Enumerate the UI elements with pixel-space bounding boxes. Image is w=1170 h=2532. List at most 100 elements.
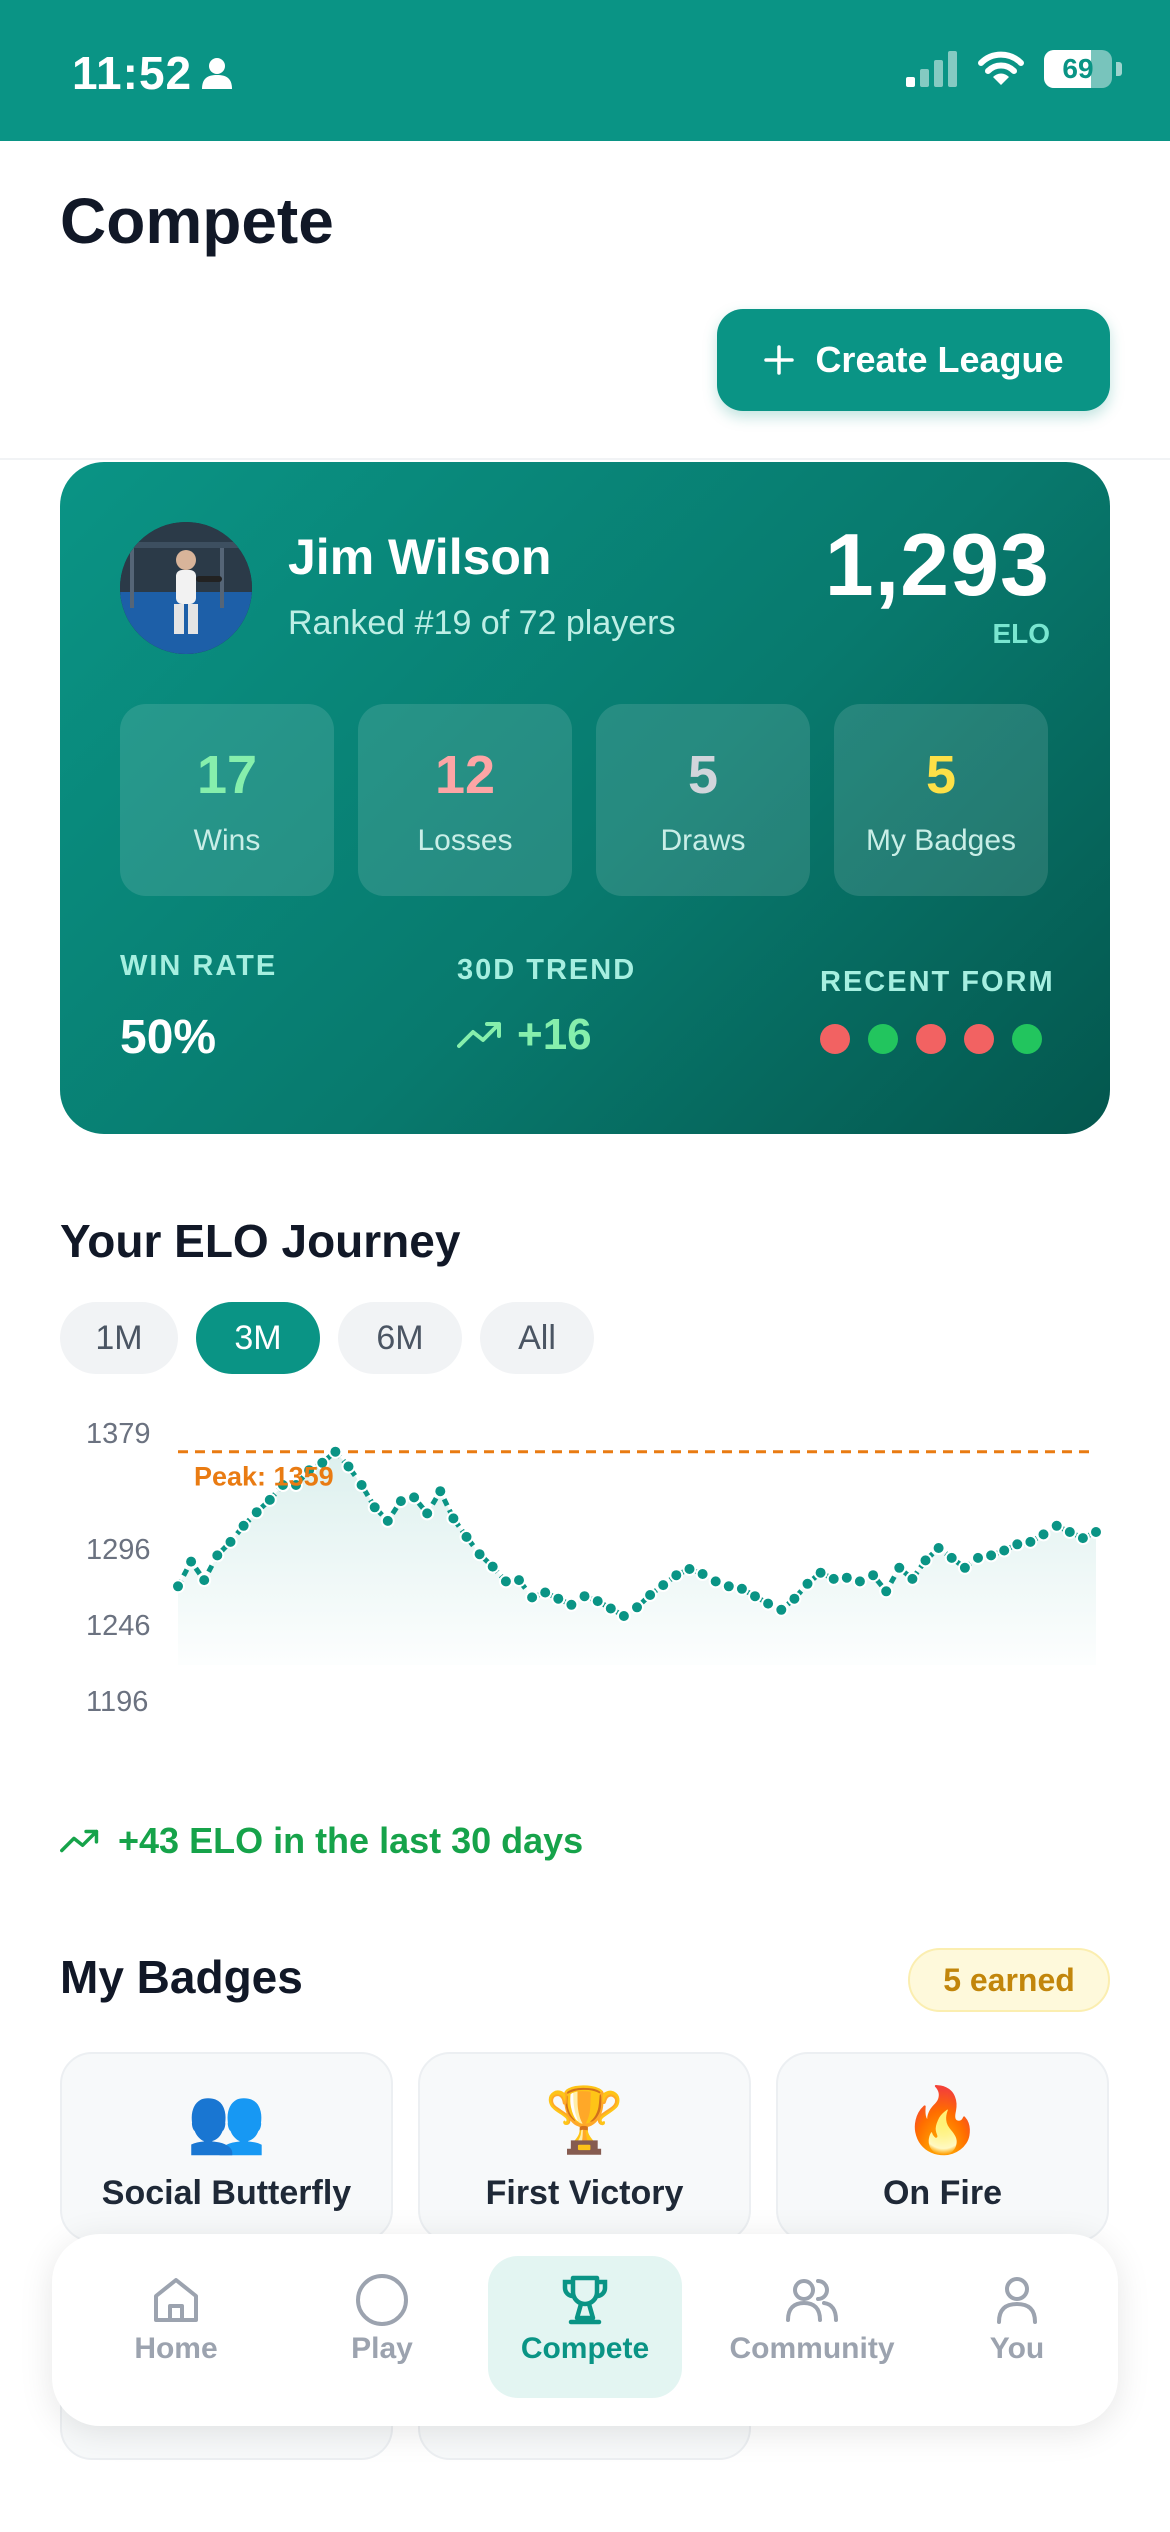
elo-point [905,1571,920,1586]
elo-chart: 1379 1296 1246 1196 Peak: 1359 [60,1400,1120,1730]
elo-point [669,1568,684,1583]
elo-point [813,1565,828,1580]
range-1m-button[interactable]: 1M [60,1302,178,1374]
battery-text: 69 [1062,53,1094,84]
nav-item-you[interactable]: You [942,2256,1092,2398]
elo-point [564,1597,579,1612]
battery-indicator: 69 [1044,50,1112,88]
stat-draws: 5 Draws [596,704,810,896]
elo-point [446,1511,461,1526]
nav-item-play[interactable]: Play [302,2256,462,2398]
elo-point [787,1591,802,1606]
elo-point [1036,1527,1051,1542]
nav-item-compete[interactable]: Compete [488,2256,682,2398]
form-dot-loss [820,1024,850,1054]
elo-point [721,1579,736,1594]
elo-point [538,1585,553,1600]
y-tick-label: 1196 [86,1686,149,1718]
circle-icon [356,2274,408,2326]
badge-card-on-fire[interactable]: 🔥 On Fire [776,2052,1109,2242]
elo-point [1089,1525,1103,1539]
trend-value-group: +16 [457,1010,592,1060]
elo-point [866,1568,881,1583]
elo-point [341,1459,356,1474]
elo-point [879,1584,894,1599]
trophy-icon: 🏆 [544,2084,625,2156]
battery-nub [1116,62,1122,76]
elo-point [1023,1534,1038,1549]
nav-label: Community [729,2332,895,2365]
nav-label: You [989,2332,1045,2365]
elo-point [184,1554,199,1569]
elo-point [695,1567,710,1581]
form-dot-loss [916,1024,946,1054]
range-all-button[interactable]: All [480,1302,594,1374]
elo-point [748,1589,762,1604]
stat-label: Losses [417,824,513,857]
elo-point [997,1543,1012,1558]
avatar[interactable] [120,522,252,654]
recent-form-dots [820,1024,1042,1054]
elo-point [367,1500,382,1515]
trend-label: 30D TREND [457,954,637,986]
badge-name: On Fire [882,2174,1003,2212]
elo-point [630,1600,644,1615]
elo-point [957,1560,972,1575]
create-league-label: Create League [815,339,1064,380]
nav-item-community[interactable]: Community [704,2256,920,2398]
win-rate-label: WIN RATE [120,950,278,982]
elo-point [433,1484,448,1499]
stat-label: Wins [193,824,261,857]
page-title: Compete [60,185,334,257]
elo-point [944,1550,959,1565]
range-3m-button[interactable]: 3M [196,1302,320,1374]
elo-point [393,1494,408,1509]
elo-journey-title: Your ELO Journey [60,1215,461,1267]
elo-point [839,1570,854,1585]
badge-card-social-butterfly[interactable]: 👥 Social Butterfly [60,2052,393,2242]
create-league-button[interactable]: Create League [717,309,1110,411]
stat-value: 5 [687,745,719,805]
player-stats-card: Jim Wilson Ranked #19 of 72 players 1,29… [60,462,1110,1134]
status-icons: 69 [906,50,1122,88]
nav-item-home[interactable]: Home [96,2256,256,2398]
elo-point [761,1596,776,1611]
elo-point [852,1574,867,1589]
home-icon [154,2278,198,2322]
elo-point [590,1594,605,1609]
elo-point [354,1478,369,1492]
elo-point [1049,1518,1064,1533]
trending-up-icon [457,1022,501,1048]
stat-my-badges[interactable]: 5 My Badges [834,704,1048,896]
stat-label: Draws [660,824,746,857]
recent-form-label: RECENT FORM [820,966,1055,998]
elo-point [472,1547,487,1562]
badge-name: Social Butterfly [101,2174,352,2212]
avatar-photo [120,522,252,654]
y-tick-label: 1296 [86,1534,151,1566]
elo-point [826,1571,841,1586]
elo-point [800,1576,815,1591]
trending-up-icon [60,1829,99,1853]
elo-point [603,1601,618,1616]
elo-point [249,1505,264,1520]
elo-point [551,1591,566,1606]
range-6m-button[interactable]: 6M [338,1302,462,1374]
elo-point [892,1560,907,1575]
badge-card-first-victory[interactable]: 🏆 First Victory [418,2052,751,2242]
elo-point [1010,1537,1025,1552]
elo-trend-note: +43 ELO in the last 30 days [60,1820,583,1862]
plus-icon [764,345,795,375]
form-dot-loss [964,1024,994,1054]
people-icon: 👥 [186,2084,267,2156]
win-rate-value: 50% [120,1011,217,1064]
user-icon [997,2277,1037,2324]
elo-point [1062,1525,1077,1539]
player-rank: Ranked #19 of 72 players [288,604,676,642]
elo-point [512,1573,526,1588]
badge-name: First Victory [485,2174,684,2212]
person-icon [202,58,232,89]
elo-point [643,1588,658,1602]
elo-point [616,1609,631,1623]
elo-point [971,1550,985,1565]
